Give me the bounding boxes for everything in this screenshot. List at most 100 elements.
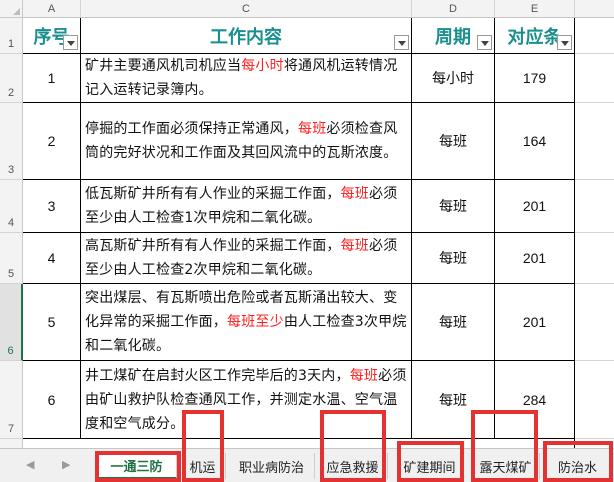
filter-dropdown-icon[interactable] — [557, 35, 572, 50]
sheet-tab[interactable]: 露天煤矿 — [472, 453, 540, 479]
empty-cell[interactable] — [575, 18, 614, 54]
empty-cell[interactable] — [575, 233, 614, 284]
filter-dropdown-icon[interactable] — [63, 35, 78, 50]
select-all-corner[interactable] — [0, 0, 23, 18]
column-header-e[interactable]: E — [495, 0, 575, 18]
clause-value: 179 — [522, 70, 547, 86]
period-cell[interactable]: 每小时 — [412, 54, 495, 103]
content-cell[interactable]: 井工煤矿在启封火区工作完毕后的3天内，每班必须由矿山救护队检查通风工作，并测定水… — [81, 361, 412, 439]
period-cell[interactable]: 每班 — [412, 284, 495, 361]
seq-cell[interactable]: 6 — [23, 361, 81, 439]
column-header-c[interactable]: C — [81, 0, 412, 18]
header-cell-content[interactable]: 工作内容 — [81, 18, 412, 54]
period-value: 每班 — [439, 392, 467, 409]
empty-cell[interactable] — [575, 103, 614, 180]
period-value: 每小时 — [432, 71, 474, 87]
column-header-f[interactable] — [575, 0, 614, 18]
seq-value: 1 — [47, 70, 56, 86]
column-header-a[interactable]: A — [23, 0, 81, 18]
filter-dropdown-icon[interactable] — [394, 35, 409, 50]
header-cell-period[interactable]: 周期 — [412, 18, 495, 54]
header-content-label: 工作内容 — [210, 26, 282, 48]
clause-value: 284 — [522, 391, 547, 408]
row-header-6[interactable]: 6 — [0, 284, 23, 361]
content-cell[interactable]: 停掘的工作面必须保持正常通风，每班必须检查风筒的完好状况和工作面及其回风流中的瓦… — [81, 103, 412, 180]
row-header-7[interactable]: 7 — [0, 361, 23, 439]
content-cell[interactable]: 低瓦斯矿井所有有人作业的采掘工作面，每班必须至少由人工检查1次甲烷和二氧化碳。 — [81, 180, 412, 233]
period-cell[interactable]: 每班 — [412, 361, 495, 439]
next-sheet-icon[interactable]: ▶ — [62, 458, 70, 471]
clause-cell[interactable]: 164 — [495, 103, 575, 180]
clause-cell[interactable]: 201 — [495, 180, 575, 233]
highlighted-frequency: 每班至少 — [227, 314, 284, 330]
row-header-5[interactable]: 5 — [0, 233, 23, 284]
seq-cell[interactable]: 4 — [23, 233, 81, 284]
clause-value: 201 — [522, 198, 547, 214]
seq-cell[interactable]: 1 — [23, 54, 81, 103]
clause-cell[interactable]: 179 — [495, 54, 575, 103]
content-fragment: 低瓦斯矿井所有有人作业的采掘工作面， — [85, 186, 341, 202]
clause-cell[interactable]: 284 — [495, 361, 575, 439]
seq-value: 3 — [47, 198, 56, 214]
header-cell-clause[interactable]: 对应条 — [495, 18, 575, 54]
highlighted-frequency: 每班 — [298, 121, 327, 137]
empty-cell[interactable] — [575, 180, 614, 233]
clause-value: 201 — [522, 250, 547, 266]
content-text: 高瓦斯矿井所有有人作业的采掘工作面，每班必须至少由人工检查2次甲烷和二氧化碳。 — [85, 234, 408, 282]
content-text: 低瓦斯矿井所有有人作业的采掘工作面，每班必须至少由人工检查1次甲烷和二氧化碳。 — [85, 182, 408, 230]
row-header-4[interactable]: 4 — [0, 180, 23, 233]
sheet-tab[interactable]: 一通三防 — [97, 453, 177, 479]
clause-cell[interactable]: 201 — [495, 284, 575, 361]
highlighted-frequency: 每小时 — [241, 58, 284, 74]
clause-cell[interactable]: 201 — [495, 233, 575, 284]
content-text: 停掘的工作面必须保持正常通风，每班必须检查风筒的完好状况和工作面及其回风流中的瓦… — [85, 117, 408, 165]
period-cell[interactable]: 每班 — [412, 180, 495, 233]
content-text: 井工煤矿在启封火区工作完毕后的3天内，每班必须由矿山救护队检查通风工作，并测定水… — [85, 364, 408, 436]
content-cell[interactable]: 矿井主要通风机司机应当每小时将通风机运转情况记入运转记录簿内。 — [81, 54, 412, 103]
seq-cell[interactable]: 5 — [23, 284, 81, 361]
seq-value: 2 — [47, 133, 56, 149]
highlighted-frequency: 每班 — [349, 367, 379, 384]
row-header-1[interactable]: 1 — [0, 18, 23, 54]
highlighted-frequency: 每班 — [340, 238, 370, 254]
header-clause-label: 对应条 — [507, 26, 562, 48]
content-fragment: 井工煤矿在启封火区工作完毕后的3天内， — [85, 367, 350, 384]
sheet-tab[interactable]: 职业病防治 — [229, 453, 315, 479]
row-header-3[interactable]: 3 — [0, 103, 23, 180]
row-header-partial[interactable] — [0, 439, 23, 448]
empty-cell[interactable] — [575, 361, 614, 439]
column-header-d[interactable]: D — [412, 0, 495, 18]
clause-value: 201 — [522, 314, 547, 330]
content-text: 矿井主要通风机司机应当每小时将通风机运转情况记入运转记录簿内。 — [85, 54, 408, 102]
period-value: 每班 — [439, 199, 467, 215]
period-cell[interactable]: 每班 — [412, 233, 495, 284]
highlighted-frequency: 每班 — [340, 186, 370, 202]
partial-cell[interactable] — [23, 439, 575, 448]
filter-dropdown-icon[interactable] — [477, 35, 492, 50]
header-cell-seq[interactable]: 序号 — [23, 18, 81, 54]
seq-value: 5 — [47, 314, 56, 330]
worksheet: A C D E 1 序号 工作内容 周期 对应条 2 1 矿井主要通风机司机应当每小… — [0, 0, 614, 448]
empty-cell[interactable] — [575, 284, 614, 361]
clause-value: 164 — [522, 133, 547, 149]
header-period-label: 周期 — [435, 26, 471, 48]
content-text: 突出煤层、有瓦斯喷出危险或者瓦斯涌出较大、变化异常的采掘工作面，每班至少由人工检… — [85, 286, 408, 358]
seq-cell[interactable]: 2 — [23, 103, 81, 180]
period-value: 每班 — [439, 134, 467, 150]
seq-cell[interactable]: 3 — [23, 180, 81, 233]
seq-value: 4 — [47, 250, 56, 266]
period-value: 每班 — [439, 251, 467, 267]
sheet-tab[interactable]: 防治水 — [545, 453, 611, 479]
content-cell[interactable]: 突出煤层、有瓦斯喷出危险或者瓦斯涌出较大、变化异常的采掘工作面，每班至少由人工检… — [81, 284, 412, 361]
empty-cell[interactable] — [575, 54, 614, 103]
period-value: 每班 — [439, 315, 467, 331]
content-cell[interactable]: 高瓦斯矿井所有有人作业的采掘工作面，每班必须至少由人工检查2次甲烷和二氧化碳。 — [81, 233, 412, 284]
sheet-tab[interactable]: 矿建期间 — [398, 453, 462, 479]
sheet-tab[interactable]: 应急救援 — [318, 453, 388, 479]
sheet-tab-bar: ◀ ▶ 一通三防 机运 职业病防治 应急救援 矿建期间 露天煤矿 防治水 — [0, 448, 614, 482]
period-cell[interactable]: 每班 — [412, 103, 495, 180]
prev-sheet-icon[interactable]: ◀ — [26, 458, 34, 471]
row-header-2[interactable]: 2 — [0, 54, 23, 103]
sheet-tab[interactable]: 机运 — [180, 453, 226, 479]
content-fragment: 高瓦斯矿井所有有人作业的采掘工作面， — [85, 238, 341, 254]
